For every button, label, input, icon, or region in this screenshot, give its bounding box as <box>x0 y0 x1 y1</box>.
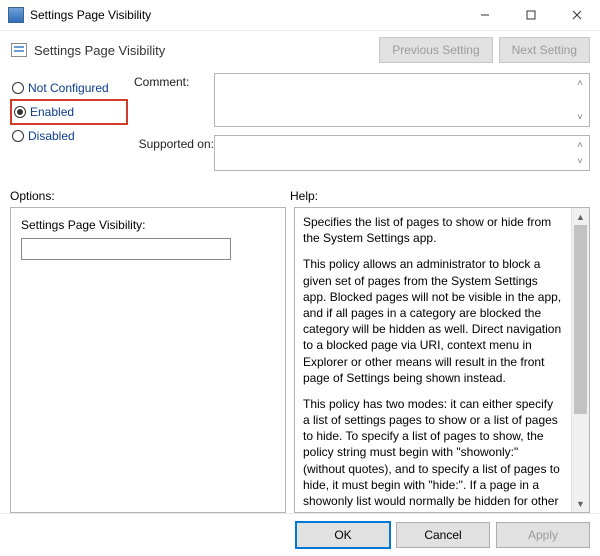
dialog-body: Not Configured Enabled Disabled Comment: <box>0 71 600 513</box>
next-setting-button[interactable]: Next Setting <box>499 37 590 63</box>
scroll-up-icon[interactable]: ˄ <box>573 138 587 152</box>
radio-disabled[interactable]: Disabled <box>10 125 128 147</box>
options-section-label: Options: <box>10 189 290 203</box>
policy-title: Settings Page Visibility <box>34 43 165 58</box>
window-title: Settings Page Visibility <box>30 8 151 22</box>
comment-label: Comment: <box>134 73 214 127</box>
supported-on-label: Supported on: <box>134 135 214 171</box>
scroll-up-icon[interactable]: ˄ <box>573 76 587 90</box>
help-paragraph: Specifies the list of pages to show or h… <box>303 214 563 246</box>
help-section-label: Help: <box>290 189 590 203</box>
ok-button[interactable]: OK <box>296 522 390 548</box>
scroll-down-icon[interactable]: ˅ <box>573 110 587 124</box>
supported-on-textarea: ˄ ˅ <box>214 135 590 171</box>
help-scrollbar[interactable]: ▲ ▼ <box>571 208 589 512</box>
dialog-footer: OK Cancel Apply <box>0 513 600 556</box>
scrollbar-track[interactable] <box>572 225 589 495</box>
scroll-down-icon[interactable]: ˅ <box>573 154 587 168</box>
scrollbar-thumb[interactable] <box>574 225 587 414</box>
help-paragraph: This policy allows an administrator to b… <box>303 256 563 386</box>
scroll-up-icon[interactable]: ▲ <box>572 208 589 225</box>
subheader: Settings Page Visibility Previous Settin… <box>0 31 600 71</box>
help-paragraph: This policy has two modes: it can either… <box>303 396 563 512</box>
scroll-down-icon[interactable]: ▼ <box>572 495 589 512</box>
options-panel: Settings Page Visibility: <box>10 207 286 513</box>
dialog-window: Settings Page Visibility Settings Page V… <box>0 0 600 556</box>
previous-setting-button[interactable]: Previous Setting <box>379 37 492 63</box>
policy-icon <box>10 41 28 59</box>
minimize-button[interactable] <box>462 0 508 30</box>
radio-enabled[interactable]: Enabled <box>10 99 128 125</box>
comment-textarea[interactable]: ˄ ˅ <box>214 73 590 127</box>
help-text: Specifies the list of pages to show or h… <box>295 208 571 512</box>
titlebar: Settings Page Visibility <box>0 0 600 31</box>
options-input-label: Settings Page Visibility: <box>21 218 275 232</box>
radio-icon <box>14 106 26 118</box>
apply-button[interactable]: Apply <box>496 522 590 548</box>
radio-not-configured[interactable]: Not Configured <box>10 77 128 99</box>
app-icon <box>8 7 24 23</box>
close-button[interactable] <box>554 0 600 30</box>
radio-icon <box>12 130 24 142</box>
maximize-button[interactable] <box>508 0 554 30</box>
radio-icon <box>12 82 24 94</box>
cancel-button[interactable]: Cancel <box>396 522 490 548</box>
settings-page-visibility-input[interactable] <box>21 238 231 260</box>
radio-label-enabled: Enabled <box>30 105 74 119</box>
radio-label-not-configured: Not Configured <box>28 81 109 95</box>
help-panel: Specifies the list of pages to show or h… <box>294 207 590 513</box>
state-radio-group: Not Configured Enabled Disabled <box>10 71 128 179</box>
radio-label-disabled: Disabled <box>28 129 75 143</box>
